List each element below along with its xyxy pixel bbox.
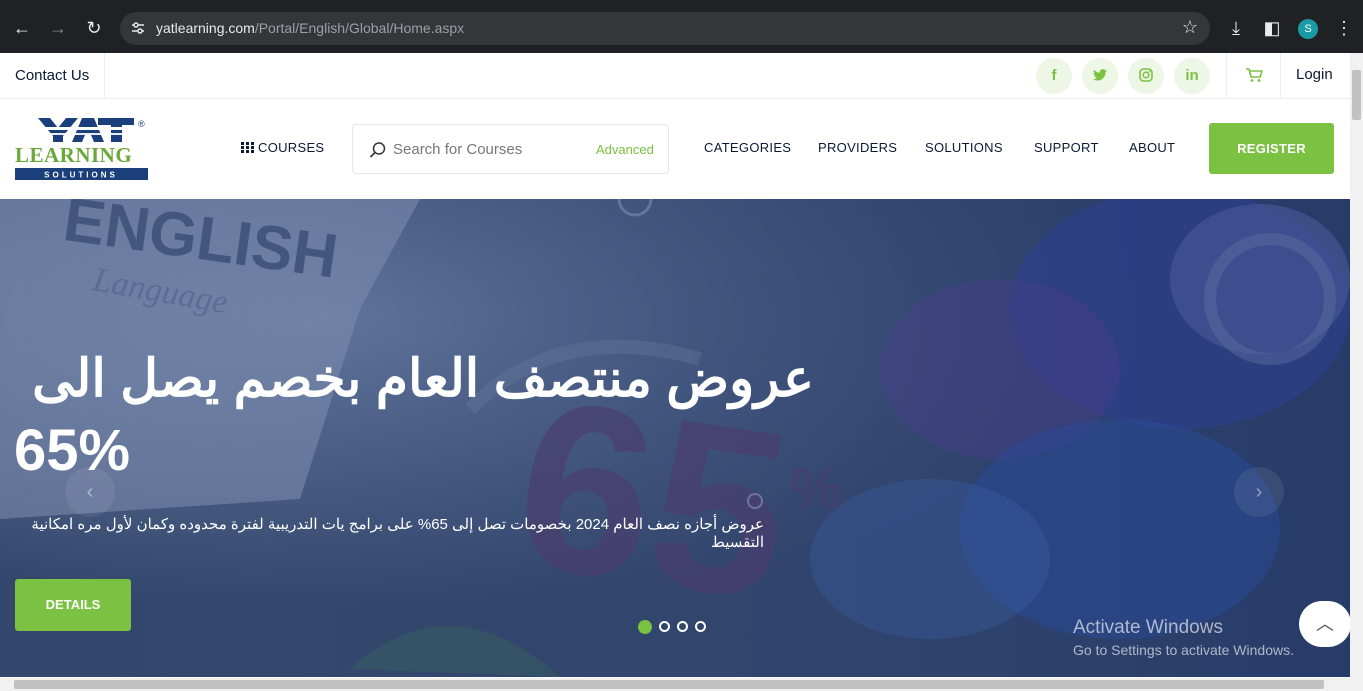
cart-button[interactable] — [1226, 53, 1281, 99]
svg-text:LEARNING: LEARNING — [15, 143, 132, 167]
reload-icon[interactable]: ↻ — [80, 14, 108, 42]
vertical-scroll-thumb[interactable] — [1352, 70, 1361, 120]
browser-toolbar: ← → ↻ yatlearning.com/Portal/English/Glo… — [0, 0, 1363, 53]
chevron-up-icon: ︿ — [1316, 614, 1334, 634]
windows-activation-watermark: Activate Windows Go to Settings to activ… — [1073, 617, 1294, 658]
address-bar[interactable]: yatlearning.com/Portal/English/Global/Ho… — [120, 12, 1210, 45]
slide-indicators — [638, 618, 713, 636]
watermark-line2: Go to Settings to activate Windows. — [1073, 642, 1294, 658]
prev-slide-icon[interactable]: ‹ — [65, 467, 115, 517]
search-input[interactable] — [393, 138, 583, 160]
hero-title: عروض منتصف العام بخصم يصل الى — [32, 350, 814, 408]
search-icon[interactable] — [369, 141, 387, 159]
svg-text:®: ® — [138, 119, 145, 129]
course-search-box: Advanced — [352, 124, 669, 174]
next-slide-icon[interactable]: › — [1234, 467, 1284, 517]
login-link[interactable]: Login — [1296, 53, 1333, 97]
slide-dot-4[interactable] — [695, 621, 706, 633]
url-text: yatlearning.com/Portal/English/Global/Ho… — [156, 20, 464, 36]
courses-label: COURSES — [258, 140, 325, 155]
horizontal-scrollbar[interactable] — [0, 678, 1363, 691]
forward-icon[interactable]: → — [44, 14, 72, 42]
courses-menu[interactable]: COURSES — [241, 140, 324, 155]
main-header: ® LEARNING SOLUTIONS COURSES Advanced CA… — [0, 99, 1350, 199]
facebook-icon[interactable]: f — [1036, 58, 1072, 94]
register-button[interactable]: REGISTER — [1209, 123, 1334, 174]
back-icon[interactable]: ← — [8, 14, 36, 42]
contact-us-link[interactable]: Contact Us — [0, 53, 105, 99]
nav-about[interactable]: ABOUT — [1129, 140, 1175, 155]
top-bar: Contact Us f in Login — [0, 53, 1350, 99]
site-info-icon[interactable] — [130, 20, 146, 36]
profile-avatar[interactable]: S — [1298, 19, 1318, 39]
scroll-to-top-button[interactable]: ︿ — [1299, 601, 1350, 647]
nav-support[interactable]: SUPPORT — [1034, 140, 1099, 155]
hero-slider: ENGLISH Language 65 % عروض منتصف العام ب… — [0, 199, 1350, 677]
linkedin-icon[interactable]: in — [1174, 58, 1210, 94]
hero-background-image: ENGLISH Language 65 % — [0, 199, 1350, 677]
side-panel-icon[interactable]: ◧ — [1258, 14, 1286, 42]
url-path: /Portal/English/Global/Home.aspx — [254, 20, 465, 36]
horizontal-scroll-thumb[interactable] — [14, 680, 1324, 689]
slide-dot-2[interactable] — [659, 621, 670, 633]
slide-dot-3[interactable] — [677, 621, 688, 633]
url-host: yatlearning.com — [156, 20, 255, 36]
twitter-icon[interactable] — [1082, 58, 1118, 94]
cart-icon — [1246, 68, 1263, 82]
browser-menu-icon[interactable]: ⋮ — [1330, 14, 1358, 42]
bookmark-star-icon[interactable]: ☆ — [1182, 17, 1198, 38]
advanced-search-link[interactable]: Advanced — [596, 142, 654, 157]
svg-text:SOLUTIONS: SOLUTIONS — [44, 171, 118, 180]
vertical-scrollbar[interactable] — [1350, 53, 1363, 678]
svg-text:%: % — [790, 457, 842, 522]
yat-learning-logo[interactable]: ® LEARNING SOLUTIONS — [14, 116, 150, 182]
instagram-icon[interactable] — [1128, 58, 1164, 94]
grid-icon — [241, 142, 254, 153]
nav-solutions[interactable]: SOLUTIONS — [925, 140, 1003, 155]
download-icon[interactable]: ⤓ — [1222, 14, 1250, 42]
nav-categories[interactable]: CATEGORIES — [704, 140, 791, 155]
watermark-line1: Activate Windows — [1073, 617, 1223, 638]
slide-dot-1[interactable] — [638, 619, 652, 634]
nav-providers[interactable]: PROVIDERS — [818, 140, 897, 155]
details-button[interactable]: DETAILS — [15, 579, 131, 631]
hero-subtitle: عروض أجازه نصف العام 2024 بخصومات تصل إل… — [31, 516, 764, 551]
